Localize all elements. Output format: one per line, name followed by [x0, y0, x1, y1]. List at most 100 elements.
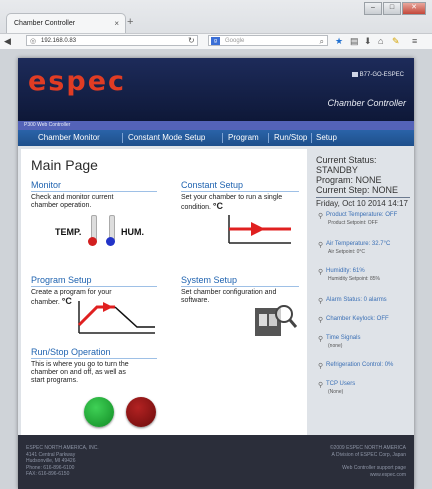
- section-rule: [31, 191, 157, 192]
- menu-separator: [122, 133, 123, 143]
- constant-graph-icon: [228, 215, 291, 244]
- tab-title: Chamber Controller: [14, 20, 76, 27]
- runstop-desc-line: chamber on and off, as well as: [31, 369, 126, 376]
- stop-button[interactable]: [126, 397, 156, 427]
- link-icon: ⚲: [318, 382, 324, 389]
- monitor-desc: Check and monitor current chamber operat…: [31, 194, 113, 210]
- current-step: Current Step: NONE: [316, 185, 399, 195]
- constant-desc: Set your chamber to run a single conditi…: [181, 194, 282, 212]
- constant-unit: °C: [212, 201, 224, 211]
- menu-separator: [222, 133, 223, 143]
- footer-line: FAX: 616-896-6150: [26, 471, 70, 477]
- search-icon[interactable]: ⌕: [320, 36, 324, 47]
- status-divider: [316, 197, 410, 198]
- status-item-label: Refrigeration Control: 0%: [326, 362, 394, 368]
- date-time: Friday, Oct 10 2014 14:17: [316, 199, 408, 208]
- espec-logo: espec: [28, 66, 127, 97]
- status-item-detail: (None): [328, 389, 344, 395]
- menu-icon[interactable]: ≡: [412, 36, 417, 46]
- menu-separator: [268, 133, 269, 143]
- run-button[interactable]: [84, 397, 114, 427]
- footer-copyright: ©2009 ESPEC NORTH AMERICA A Division of …: [330, 445, 406, 458]
- search-engine-icon: g: [211, 37, 220, 45]
- status-item-label: Alarm Status: 0 alarms: [326, 297, 387, 303]
- new-tab-button[interactable]: +: [127, 16, 133, 28]
- program-setup-link[interactable]: Program Setup: [31, 275, 92, 285]
- device-id-text: B77-GO-ESPEC: [359, 72, 404, 79]
- status-item-label: Chamber Keylock: OFF: [326, 316, 389, 322]
- support-link[interactable]: Web Controller support page: [342, 465, 406, 472]
- download-icon[interactable]: ⬇: [364, 36, 372, 47]
- browser-chrome: Chamber Controller × + – □ ✕ ◀ ◎ 192.168…: [0, 0, 432, 49]
- back-arrow-icon[interactable]: ◀: [4, 36, 11, 47]
- menu-program[interactable]: Program: [228, 133, 259, 142]
- section-rule: [31, 286, 157, 287]
- status-item-label: Product Temperature: OFF: [326, 212, 398, 218]
- hum-bulb: [106, 237, 115, 246]
- monitor-link[interactable]: Monitor: [31, 180, 61, 190]
- window-controls: – □ ✕: [364, 2, 426, 15]
- constant-setup-link[interactable]: Constant Setup: [181, 180, 243, 190]
- link-icon: ⚲: [318, 363, 324, 370]
- runstop-desc: This is where you go to turn the chamber…: [31, 361, 129, 385]
- subtitle-bar: P300 Web Controller: [18, 121, 414, 130]
- main-menu: Chamber Monitor Constant Mode Setup Prog…: [18, 130, 414, 146]
- url-bar[interactable]: ◎ 192.168.0.83: [26, 35, 198, 46]
- globe-icon: ◎: [30, 38, 37, 45]
- runstop-desc-line: This is where you go to turn the: [31, 361, 129, 368]
- navigation-bar: ◀ ◎ 192.168.0.83 ↻ g Google ⌕ ★ ▤ ⬇ ⌂ ✎ …: [0, 33, 432, 49]
- close-window-button[interactable]: ✕: [402, 2, 426, 15]
- section-rule: [181, 286, 299, 287]
- website-link[interactable]: www.espec.com: [342, 472, 406, 479]
- temp-bulb: [88, 237, 97, 246]
- section-rule: [31, 358, 157, 359]
- section-rule: [181, 191, 299, 192]
- footer-line: ©2009 ESPEC NORTH AMERICA: [329, 445, 406, 451]
- extension-icon[interactable]: ✎: [392, 36, 400, 47]
- status-item-label: Time Signals: [326, 335, 361, 341]
- program-desc-text: chamber.: [31, 299, 60, 306]
- link-icon: ⚲: [318, 242, 324, 249]
- main-content: Main Page Monitor Check and monitor curr…: [21, 149, 307, 435]
- link-icon: ⚲: [318, 336, 324, 343]
- footer-line: ESPEC NORTH AMERICA, INC.: [26, 445, 99, 451]
- menu-setup[interactable]: Setup: [316, 133, 337, 142]
- menu-constant-mode-setup[interactable]: Constant Mode Setup: [128, 133, 205, 142]
- status-item-detail: Product Setpoint: OFF: [328, 220, 378, 226]
- search-bar[interactable]: g Google ⌕: [208, 35, 328, 46]
- bookmark-star-icon[interactable]: ★: [335, 36, 343, 47]
- menu-run-stop[interactable]: Run/Stop: [274, 133, 307, 142]
- page-title: Main Page: [31, 157, 98, 173]
- link-icon: ⚲: [318, 317, 324, 324]
- current-status-label: Current Status:: [316, 155, 377, 165]
- program-graph-icon: [77, 301, 155, 334]
- reading-list-icon[interactable]: ▤: [350, 36, 359, 47]
- link-icon: ⚲: [318, 298, 324, 305]
- monitor-desc-line: Check and monitor current: [31, 194, 114, 201]
- status-item-label: Air Temperature: 32.7°C: [326, 241, 391, 247]
- constant-desc-line: Set your chamber to run a single: [181, 194, 283, 201]
- maximize-button[interactable]: □: [383, 2, 401, 15]
- chamber-magnifier-icon: [255, 305, 297, 336]
- minimize-button[interactable]: –: [364, 2, 382, 15]
- search-placeholder: Google: [225, 38, 245, 44]
- menu-separator: [311, 133, 312, 143]
- status-sidebar: Current Status: STANDBY Program: NONE Cu…: [310, 149, 414, 435]
- status-item-detail: Humidity Setpoint: 85%: [328, 276, 380, 282]
- tab-close-icon[interactable]: ×: [114, 19, 119, 28]
- page-container: espec B77-GO-ESPEC Chamber Controller P3…: [18, 58, 414, 489]
- page-header: espec B77-GO-ESPEC Chamber Controller: [18, 58, 414, 121]
- menu-chamber-monitor[interactable]: Chamber Monitor: [38, 133, 100, 142]
- link-icon: ⚲: [318, 213, 324, 220]
- system-setup-link[interactable]: System Setup: [181, 275, 237, 285]
- constant-desc-line: condition. °C: [181, 202, 282, 212]
- run-stop-link[interactable]: Run/Stop Operation: [31, 347, 111, 357]
- device-icon: [351, 72, 358, 77]
- current-program: Program: NONE: [316, 175, 382, 185]
- browser-tab[interactable]: Chamber Controller ×: [6, 13, 126, 34]
- reload-icon[interactable]: ↻: [188, 36, 195, 45]
- footer-support: Web Controller support page www.espec.co…: [342, 465, 406, 478]
- home-icon[interactable]: ⌂: [378, 36, 383, 46]
- constant-desc-text: condition.: [181, 204, 211, 211]
- footer-address: ESPEC NORTH AMERICA, INC. 4141 Central P…: [26, 445, 99, 478]
